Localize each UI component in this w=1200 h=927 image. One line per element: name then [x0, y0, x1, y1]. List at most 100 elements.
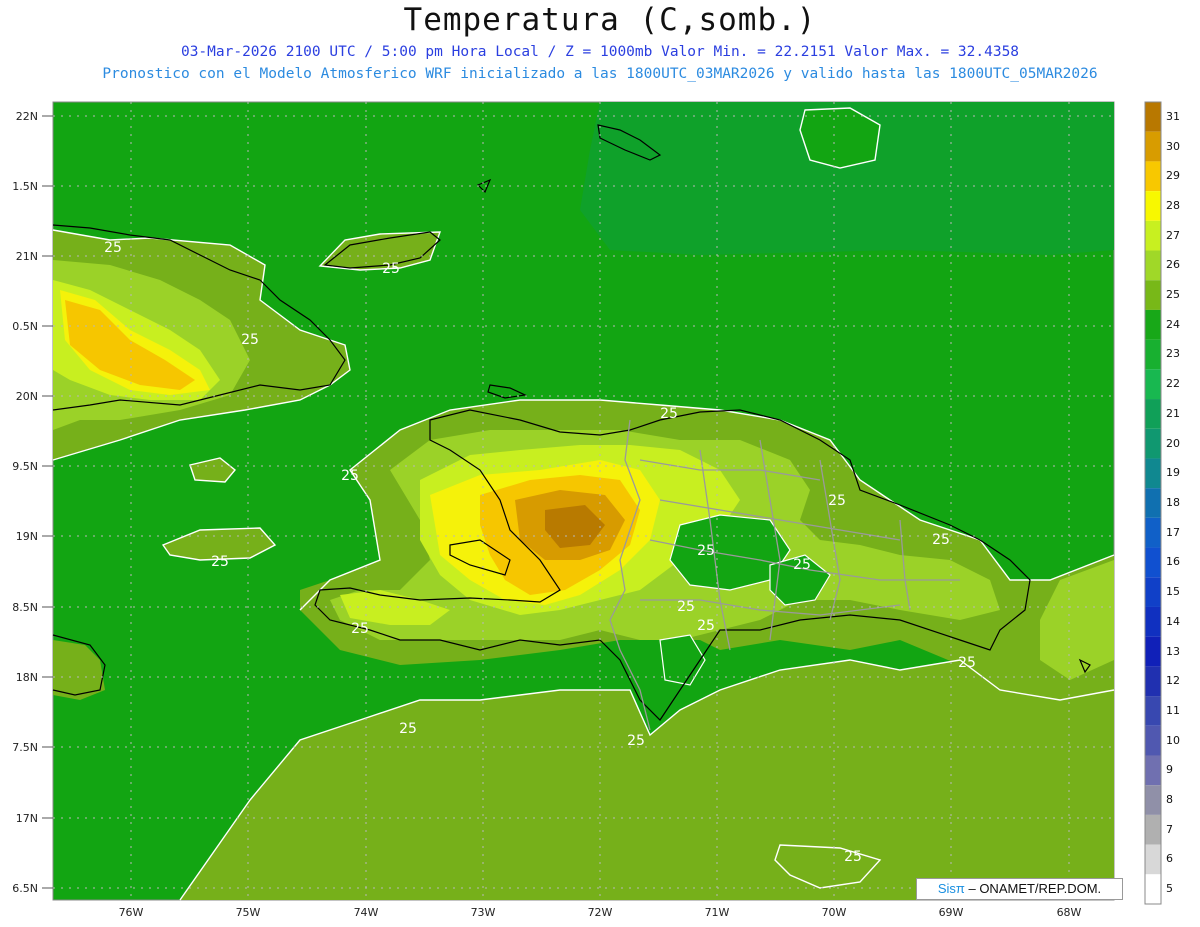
lat-label: 6.5N	[12, 882, 38, 895]
colorbar-label: 7	[1166, 822, 1173, 836]
colorbar-label: 10	[1166, 733, 1180, 747]
lon-label: 69W	[939, 906, 964, 919]
lat-label: 18N	[16, 671, 38, 684]
colorbar-label: 11	[1166, 703, 1180, 717]
contour-label: 25	[399, 721, 417, 737]
colorbar-swatch	[1145, 399, 1161, 429]
colorbar-swatch	[1145, 666, 1161, 697]
lat-label: 7.5N	[12, 741, 38, 754]
colorbar-label: 21	[1166, 406, 1180, 420]
credit-text: – ONAMET/REP.DOM.	[964, 881, 1102, 896]
contour-label: 25	[341, 468, 359, 484]
lat-label: 1.5N	[12, 180, 38, 193]
colorbar-label: 27	[1166, 228, 1180, 242]
colorbar-label: 6	[1166, 852, 1173, 866]
contour-label: 25	[241, 332, 259, 348]
colorbar-label: 25	[1166, 288, 1180, 302]
lon-label: 70W	[822, 906, 847, 919]
colorbar-label: 5	[1166, 882, 1173, 896]
lon-labels: 76W 75W 74W 73W 72W 71W 70W 69W 68W	[119, 906, 1082, 919]
colorbar-swatch	[1145, 220, 1161, 251]
colorbar-label: 17	[1166, 525, 1180, 539]
colorbar-swatch	[1145, 369, 1161, 400]
lat-labels: 22N 1.5N 21N 0.5N 20N 9.5N 19N 8.5N 18N …	[12, 110, 38, 895]
colorbar-label: 29	[1166, 169, 1180, 183]
colorbar-label: 20	[1166, 436, 1180, 450]
colorbar-label: 13	[1166, 644, 1180, 658]
lon-label: 72W	[588, 906, 613, 919]
lon-label: 73W	[471, 906, 496, 919]
colorbar-label: 15	[1166, 585, 1180, 599]
lon-label: 74W	[354, 906, 379, 919]
colorbar-swatch	[1145, 696, 1161, 726]
colorbar-swatch	[1145, 339, 1161, 370]
colorbar-label: 22	[1166, 377, 1180, 391]
lon-label: 71W	[705, 906, 730, 919]
colorbar-swatch	[1145, 785, 1161, 815]
colorbar-label: 23	[1166, 347, 1180, 361]
colorbar-swatch	[1145, 577, 1161, 607]
contour-label: 25	[382, 261, 400, 277]
colorbar-swatch	[1145, 755, 1161, 786]
lat-label: 0.5N	[12, 320, 38, 333]
contour-label: 25	[660, 406, 678, 422]
contour-label: 25	[351, 621, 369, 637]
colorbar-swatch	[1145, 250, 1161, 281]
contour-label: 25	[932, 532, 950, 548]
contour-label: 25	[697, 618, 715, 634]
colorbar-label: 24	[1166, 317, 1180, 331]
lat-label: 8.5N	[12, 601, 38, 614]
lat-ticks	[42, 115, 53, 889]
colorbar-swatch	[1145, 102, 1161, 132]
contour-label: 25	[958, 655, 976, 671]
colorbar-swatch	[1145, 161, 1161, 192]
contour-label: 25	[697, 543, 715, 559]
colorbar-swatch	[1145, 606, 1161, 637]
colorbar-swatch	[1145, 874, 1161, 904]
colorbar-swatch	[1145, 280, 1161, 310]
colorbar-swatch	[1145, 844, 1161, 875]
colorbar-label: 30	[1166, 139, 1180, 153]
contour-label: 25	[844, 849, 862, 865]
colorbar-swatch	[1145, 458, 1161, 489]
contour-label: 25	[793, 557, 811, 573]
colorbar-swatch	[1145, 131, 1161, 162]
lat-label: 22N	[16, 110, 38, 123]
colorbar-label: 8	[1166, 793, 1173, 807]
contour-label: 25	[211, 554, 229, 570]
lat-label: 9.5N	[12, 460, 38, 473]
colorbar-label: 9	[1166, 763, 1173, 777]
credit-box: Sisπ – ONAMET/REP.DOM.	[916, 878, 1123, 900]
lon-label: 75W	[236, 906, 261, 919]
colorbar	[1144, 101, 1162, 905]
colorbar-label: 28	[1166, 198, 1180, 212]
colorbar-swatch	[1145, 428, 1161, 459]
colorbar-swatch	[1145, 191, 1161, 221]
colorbar-swatch	[1145, 547, 1161, 578]
colorbar-swatch	[1145, 309, 1161, 340]
contour-label: 25	[627, 733, 645, 749]
contour-label: 25	[828, 493, 846, 509]
lat-label: 19N	[16, 530, 38, 543]
colorbar-swatch	[1145, 488, 1161, 518]
lat-label: 21N	[16, 250, 38, 263]
colorbar-label: 26	[1166, 258, 1180, 272]
lat-label: 17N	[16, 812, 38, 825]
lat-label: 20N	[16, 390, 38, 403]
contour-label: 25	[677, 599, 695, 615]
colorbar-label: 31	[1166, 109, 1180, 123]
colorbar-swatch	[1145, 814, 1161, 845]
colorbar-swatch	[1145, 725, 1161, 756]
lon-label: 68W	[1057, 906, 1082, 919]
contour-label: 25	[104, 240, 122, 256]
colorbar-swatch	[1145, 517, 1161, 548]
temperature-map: 22N 1.5N 21N 0.5N 20N 9.5N 19N 8.5N 18N …	[12, 101, 1162, 919]
colorbar-label: 12	[1166, 674, 1180, 688]
lon-label: 76W	[119, 906, 144, 919]
colorbar-label: 19	[1166, 466, 1180, 480]
colorbar-label: 18	[1166, 496, 1180, 509]
colorbar-label: 16	[1166, 555, 1180, 569]
colorbar-label: 14	[1166, 614, 1180, 628]
credit-brand: Sisπ	[937, 881, 965, 896]
colorbar-swatch	[1145, 636, 1161, 667]
